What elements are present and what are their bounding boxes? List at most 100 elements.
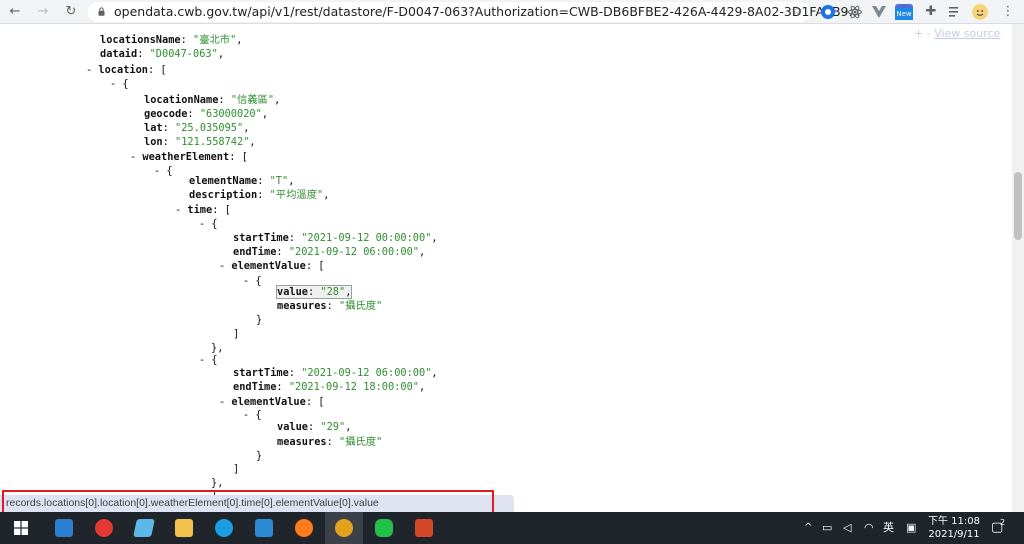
collapse-toggle[interactable]: - xyxy=(219,396,231,408)
profile-avatar-icon[interactable] xyxy=(972,4,988,20)
powerpoint-icon[interactable] xyxy=(415,519,433,537)
new-extension-icon[interactable]: New xyxy=(895,4,913,20)
json-line: endTime: "2021-09-12 06:00:00", xyxy=(233,245,425,259)
json-pair[interactable]: lat: "25.035095", xyxy=(144,122,249,134)
json-key: location xyxy=(98,64,149,76)
json-colon: : xyxy=(229,151,242,163)
json-line: } xyxy=(256,313,262,327)
json-pair[interactable]: geocode: "63000020", xyxy=(144,108,268,120)
json-line: geocode: "63000020", xyxy=(144,107,268,121)
json-key: weatherElement xyxy=(142,151,230,163)
json-comma: , xyxy=(261,108,269,120)
json-key: lat xyxy=(144,122,163,134)
input-method-indicator[interactable]: 英 xyxy=(883,512,894,544)
collapse-toggle[interactable]: - xyxy=(154,165,166,177)
json-bracket: [ xyxy=(224,204,231,216)
meet-now-icon[interactable]: ▭ xyxy=(822,512,832,544)
json-pair[interactable]: lon: "121.558742", xyxy=(144,136,256,148)
json-pair[interactable]: endTime: "2021-09-12 06:00:00", xyxy=(233,246,425,258)
json-comma: , xyxy=(345,421,352,433)
json-line: dataid: "D0047-063", xyxy=(100,47,224,61)
firefox-icon[interactable] xyxy=(295,519,313,537)
extensions-puzzle-icon[interactable]: ✚ xyxy=(922,3,940,21)
notification-count: 2 xyxy=(1000,518,1006,527)
menu-kebab-icon[interactable]: ⋮ xyxy=(999,3,1017,21)
json-pair[interactable]: startTime: "2021-09-12 00:00:00", xyxy=(233,232,438,244)
notebook-app-icon[interactable] xyxy=(133,519,155,537)
json-key: lon xyxy=(144,136,163,148)
json-string-value: "2021-09-12 06:00:00" xyxy=(301,367,432,379)
collapse-toggle[interactable]: - xyxy=(243,409,255,421)
json-bracket: }, xyxy=(211,477,224,489)
json-pair[interactable]: endTime: "2021-09-12 18:00:00", xyxy=(233,381,425,393)
json-pair[interactable]: elementName: "T", xyxy=(189,175,294,187)
vertical-scrollbar[interactable] xyxy=(1012,24,1024,512)
json-pair[interactable]: dataid: "D0047-063", xyxy=(100,48,224,60)
json-bracket: { xyxy=(255,275,262,287)
vscode-icon[interactable] xyxy=(255,519,273,537)
mail-app-icon[interactable] xyxy=(55,519,73,537)
windows-start-icon[interactable] xyxy=(14,521,28,535)
scrollbar-thumb[interactable] xyxy=(1014,172,1022,240)
json-pair[interactable]: locationsName: "臺北市", xyxy=(100,34,243,46)
json-pair[interactable]: startTime: "2021-09-12 06:00:00", xyxy=(233,367,438,379)
json-key: locationName xyxy=(144,94,219,106)
json-pair[interactable]: measures: "攝氏度" xyxy=(277,436,382,448)
json-colon: : xyxy=(308,286,321,298)
file-explorer-icon[interactable] xyxy=(175,519,193,537)
json-bracket: ] xyxy=(233,463,240,475)
json-line: - weatherElement: [ xyxy=(130,150,248,164)
json-key: startTime xyxy=(233,367,289,379)
json-key: elementName xyxy=(189,175,258,187)
json-bracket: { xyxy=(211,354,218,366)
recorder-app-icon[interactable] xyxy=(95,519,113,537)
json-bracket: { xyxy=(122,78,129,90)
network-icon[interactable]: ◠ xyxy=(864,512,874,544)
bookmark-star-icon[interactable]: ☆ xyxy=(791,2,803,22)
tray-expand-icon[interactable]: ^ xyxy=(804,512,812,544)
json-line: - { xyxy=(110,77,129,91)
collapse-toggle[interactable]: - xyxy=(110,78,122,90)
volume-icon[interactable]: ◁ xyxy=(843,512,851,544)
collapse-toggle[interactable]: - xyxy=(243,275,255,287)
expand-collapse-toggles[interactable]: + - xyxy=(914,27,934,40)
collapse-toggle[interactable]: - xyxy=(199,218,211,230)
new-badge: New xyxy=(895,8,913,20)
chrome-browser-icon[interactable] xyxy=(335,519,353,537)
json-bracket: } xyxy=(256,314,263,326)
edge-browser-icon[interactable] xyxy=(215,519,233,537)
reload-icon[interactable]: ↻ xyxy=(62,3,80,21)
back-arrow-icon[interactable]: ← xyxy=(6,3,24,21)
lock-icon xyxy=(98,7,105,16)
json-colon: : xyxy=(276,381,289,393)
sync-extension-icon[interactable] xyxy=(820,4,836,20)
json-colon: : xyxy=(257,189,270,201)
json-colon: : xyxy=(288,367,302,379)
json-pair[interactable]: locationName: "信義區", xyxy=(144,94,280,106)
collapse-toggle[interactable]: - xyxy=(86,64,98,76)
json-line: value: "29", xyxy=(277,420,351,434)
json-line: lat: "25.035095", xyxy=(144,121,249,135)
json-pair[interactable]: value: "29", xyxy=(277,421,351,433)
address-bar[interactable]: opendata.cwb.gov.tw/api/v1/rest/datastor… xyxy=(88,2,860,22)
system-clock[interactable]: 下午 11:08 2021/9/11 xyxy=(924,515,984,541)
react-devtools-icon[interactable] xyxy=(847,4,863,20)
collapse-toggle[interactable]: - xyxy=(219,260,231,272)
json-bracket: ] xyxy=(233,328,240,340)
json-pair-selected[interactable]: value: "28", xyxy=(275,285,353,299)
json-line: endTime: "2021-09-12 18:00:00", xyxy=(233,380,425,394)
vue-devtools-icon[interactable] xyxy=(871,4,887,20)
json-pair[interactable]: description: "平均溫度", xyxy=(189,189,329,201)
json-colon: : xyxy=(162,122,176,134)
forward-arrow-icon[interactable]: → xyxy=(34,3,52,21)
line-app-icon[interactable] xyxy=(375,519,393,537)
json-key: elementValue xyxy=(231,260,306,272)
json-line: elementName: "T", xyxy=(189,174,294,188)
collapse-toggle[interactable]: - xyxy=(175,204,187,216)
view-source-link[interactable]: View source xyxy=(934,27,1000,40)
reading-list-icon[interactable] xyxy=(947,4,963,20)
json-pair[interactable]: measures: "攝氏度" xyxy=(277,300,382,312)
collapse-toggle[interactable]: - xyxy=(130,151,142,163)
collapse-toggle[interactable]: - xyxy=(199,354,211,366)
input-mode-icon[interactable]: ▣ xyxy=(906,512,916,544)
